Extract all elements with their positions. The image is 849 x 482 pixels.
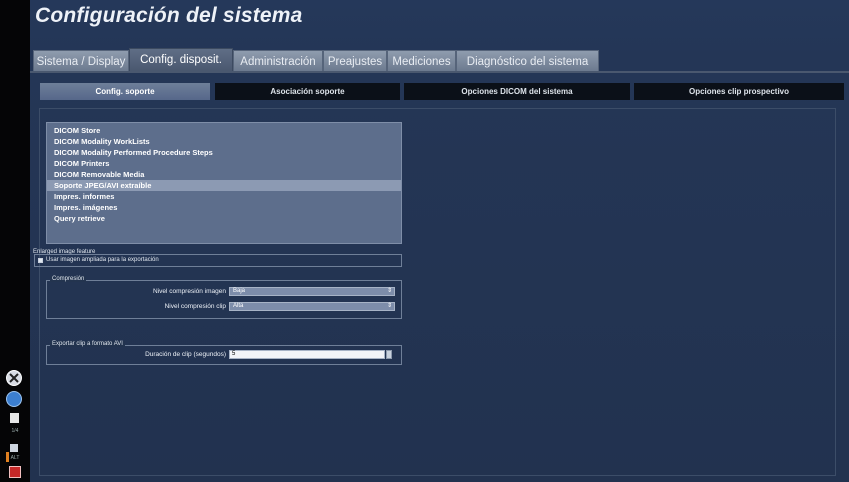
enlarged-checkbox[interactable]: [38, 258, 43, 263]
subtab-opciones-dicom[interactable]: Opciones DICOM del sistema: [404, 83, 630, 100]
avi-export-group-label: Exportar clip a formato AVI: [50, 341, 125, 347]
tab-underline: [30, 71, 849, 73]
subtab-asociacion-soporte[interactable]: Asociación soporte: [215, 83, 400, 100]
tab-mediciones[interactable]: Mediciones: [387, 50, 456, 72]
list-item[interactable]: DICOM Store: [47, 125, 401, 136]
page-title: Configuración del sistema: [35, 4, 303, 27]
left-toolbar: 1/4 ALT: [0, 0, 30, 482]
list-item[interactable]: DICOM Modality WorkLists: [47, 136, 401, 147]
clip-compression-select[interactable]: Alta ⇕: [229, 302, 395, 311]
clip-duration-stepper[interactable]: [386, 350, 392, 359]
list-item[interactable]: DICOM Removable Media: [47, 169, 401, 180]
speaker-icon[interactable]: [10, 444, 18, 452]
list-item[interactable]: Impres. imágenes: [47, 202, 401, 213]
subtab-config-soporte[interactable]: Config. soporte: [40, 83, 210, 100]
print-icon[interactable]: [10, 413, 19, 423]
main-panel: Configuración del sistema Sistema / Disp…: [30, 0, 849, 482]
enlarged-checkbox-label: Usar imagen ampliada para la exportación: [46, 257, 159, 263]
list-item[interactable]: Query retrieve: [47, 213, 401, 224]
list-item[interactable]: DICOM Printers: [47, 158, 401, 169]
compression-group: [46, 280, 402, 319]
orange-marker: [6, 452, 9, 462]
media-listbox[interactable]: DICOM Store DICOM Modality WorkLists DIC…: [46, 122, 402, 244]
clip-duration-label: Duración de clip (segundos): [145, 351, 226, 358]
compression-group-label: Compresión: [50, 276, 87, 282]
subtab-opciones-clip[interactable]: Opciones clip prospectivo: [634, 83, 844, 100]
chevron-updown-icon: ⇕: [386, 303, 392, 309]
list-item[interactable]: Impres. informes: [47, 191, 401, 202]
clip-duration-input[interactable]: 5: [229, 350, 385, 359]
image-compression-value: Baja: [233, 288, 246, 294]
clip-compression-value: Alta: [233, 303, 244, 309]
tab-administracion[interactable]: Administración: [233, 50, 323, 72]
close-circle-icon[interactable]: [6, 370, 22, 386]
tab-diagnostico-sistema[interactable]: Diagnóstico del sistema: [456, 50, 599, 72]
acrobat-icon[interactable]: [9, 466, 21, 478]
chevron-updown-icon: ⇕: [386, 288, 392, 294]
image-compression-label: Nivel compresión imagen: [153, 288, 226, 295]
clip-compression-label: Nivel compresión clip: [164, 303, 226, 310]
tab-preajustes[interactable]: Preajustes: [323, 50, 387, 72]
tab-sistema-display[interactable]: Sistema / Display: [33, 50, 129, 72]
speaker-icon-label: 1/4: [11, 428, 19, 434]
list-item-selected[interactable]: Soporte JPEG/AVI extraíble: [47, 180, 401, 191]
globe-icon[interactable]: [6, 391, 22, 407]
list-item[interactable]: DICOM Modality Performed Procedure Steps: [47, 147, 401, 158]
image-compression-select[interactable]: Baja ⇕: [229, 287, 395, 296]
tab-config-disposit[interactable]: Config. disposit.: [129, 48, 233, 72]
